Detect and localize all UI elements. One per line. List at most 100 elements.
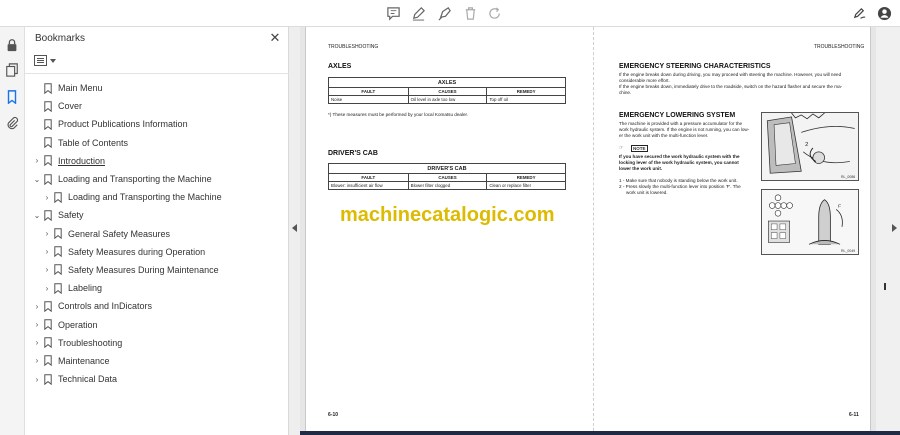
vertical-scrollbar[interactable] <box>876 27 900 431</box>
chevron-down-icon <box>50 58 56 63</box>
axles-title: AXLES <box>328 63 352 70</box>
document-spread: TROUBLESHOOTING AXLES AXLES FAULT CAUSES… <box>305 27 871 431</box>
bookmark-label: Product Publications Information <box>58 119 188 130</box>
text-line: lower the work unit. <box>619 166 663 171</box>
bookmark-item[interactable]: Main Menu <box>25 79 289 97</box>
illustration-caption: RL_0086 <box>841 175 856 179</box>
panel-title: Bookmarks <box>35 33 86 44</box>
bookmark-label: Controls and InDicators <box>58 301 153 312</box>
collapse-panel-arrow-icon[interactable] <box>292 224 297 232</box>
pen-icon[interactable] <box>410 5 427 22</box>
bookmark-list: Main Menu Cover Product Publications Infor… <box>25 79 289 388</box>
bookmark-label: Safety <box>58 210 84 221</box>
table-caption: AXLES <box>328 77 566 88</box>
bookmark-item[interactable]: › Controls and InDicators <box>25 297 289 315</box>
bookmarks-panel: Bookmarks ✕ Main Menu Cover Product Public… <box>25 27 289 435</box>
bookmark-label: Table of Contents <box>58 137 129 148</box>
bookmark-item[interactable]: ⌄ Loading and Transporting the Machine <box>25 170 289 188</box>
right-page-number: 6-11 <box>849 412 859 418</box>
redo-icon[interactable] <box>487 5 504 22</box>
lowering-text: The machine is provided with a pressure … <box>619 121 759 139</box>
bookmark-flag-icon <box>44 119 52 130</box>
bookmark-item[interactable]: › Loading and Transporting the Machine <box>25 188 289 206</box>
table-header: FAULT <box>328 87 409 96</box>
bookmark-item[interactable]: Cover <box>25 97 289 115</box>
chevron-right-icon[interactable]: › <box>33 356 41 366</box>
bookmark-flag-icon <box>44 82 52 94</box>
bookmark-flag-icon <box>54 228 62 240</box>
bookmark-flag-icon <box>44 101 52 112</box>
bookmark-item[interactable]: Product Publications Information <box>25 115 289 133</box>
bookmark-item[interactable]: › Maintenance <box>25 352 289 370</box>
chevron-right-icon[interactable]: › <box>43 192 51 202</box>
machine-illustration: 2 <box>761 112 859 181</box>
scroll-thumb[interactable] <box>884 283 886 290</box>
bookmark-flag-icon <box>44 173 52 185</box>
table-header: CAUSES <box>407 173 488 182</box>
bookmark-flag-icon <box>44 337 52 349</box>
table-cell: Noise <box>328 95 409 104</box>
left-page-number: 6-10 <box>328 412 339 418</box>
bookmark-flag-icon <box>54 192 62 203</box>
next-page-arrow-icon[interactable] <box>892 224 897 232</box>
bookmark-item[interactable]: › Labeling <box>25 279 289 297</box>
highlighter-icon[interactable] <box>436 5 453 22</box>
table-header: REMEDY <box>486 87 566 96</box>
chevron-right-icon[interactable]: › <box>43 265 51 275</box>
lever-illustration: F <box>761 189 859 255</box>
list-options-icon <box>34 55 47 66</box>
table-cell: Top off oil <box>486 95 566 104</box>
chevron-right-icon[interactable]: › <box>43 229 51 239</box>
bookmark-options-button[interactable] <box>34 53 56 68</box>
illustration-caption: RL_0049 <box>841 249 856 253</box>
note-hand-icon: ☞ <box>619 145 624 151</box>
chevron-right-icon[interactable]: › <box>33 320 41 330</box>
chevron-right-icon[interactable]: › <box>43 283 51 293</box>
steering-text: If the engine breaks down during driving… <box>619 72 864 96</box>
bookmark-flag-icon <box>44 373 52 385</box>
bookmark-label: Introduction <box>58 155 106 166</box>
table-header: FAULT <box>328 173 409 182</box>
bookmark-flag-icon <box>44 155 52 167</box>
bookmark-item[interactable]: › Introduction <box>25 152 289 170</box>
bookmark-flag-icon <box>44 210 52 221</box>
pages-icon[interactable] <box>4 62 20 78</box>
close-icon[interactable]: ✕ <box>269 31 281 45</box>
bookmark-item[interactable]: › Technical Data <box>25 370 289 388</box>
text-line: er the work unit with the multi-function… <box>619 133 709 138</box>
bookmark-item[interactable]: › Safety Measures during Operation <box>25 243 289 261</box>
table-cell: Blower: insufficient air flow <box>328 181 409 190</box>
bookmark-item[interactable]: ⌄ Safety <box>25 206 289 224</box>
top-toolbar <box>0 0 900 27</box>
sign-icon[interactable] <box>851 5 868 22</box>
left-rail <box>0 27 25 435</box>
bookmark-flag-icon <box>54 246 62 258</box>
bookmark-item[interactable]: Table of Contents <box>25 134 289 152</box>
document-viewport[interactable]: TROUBLESHOOTING AXLES AXLES FAULT CAUSES… <box>300 27 876 431</box>
account-icon[interactable] <box>876 5 893 22</box>
chevron-right-icon[interactable]: › <box>33 301 41 311</box>
panel-splitter[interactable] <box>289 27 300 435</box>
bookmark-item[interactable]: › Operation <box>25 315 289 333</box>
chevron-down-icon[interactable]: ⌄ <box>33 174 41 184</box>
chevron-right-icon[interactable]: › <box>33 156 41 166</box>
chevron-down-icon[interactable]: ⌄ <box>33 210 41 220</box>
chevron-right-icon[interactable]: › <box>33 374 41 384</box>
bookmark-item[interactable]: › General Safety Measures <box>25 225 289 243</box>
bookmark-item[interactable]: › Safety Measures During Maintenance <box>25 261 289 279</box>
trash-icon[interactable] <box>462 5 479 22</box>
comment-icon[interactable] <box>385 5 402 22</box>
bookmark-icon[interactable] <box>4 89 20 105</box>
bookmark-label: Safety Measures During Maintenance <box>68 264 219 275</box>
bookmark-item[interactable]: › Troubleshooting <box>25 334 289 352</box>
attachment-icon[interactable] <box>4 115 20 131</box>
lock-icon[interactable] <box>4 37 20 53</box>
bookmark-label: Safety Measures during Operation <box>68 246 206 257</box>
bookmark-label: Technical Data <box>58 374 118 385</box>
text-line: If the engine breaks down, immediately d… <box>619 84 843 89</box>
chevron-right-icon[interactable]: › <box>33 338 41 348</box>
chevron-right-icon[interactable]: › <box>43 247 51 257</box>
